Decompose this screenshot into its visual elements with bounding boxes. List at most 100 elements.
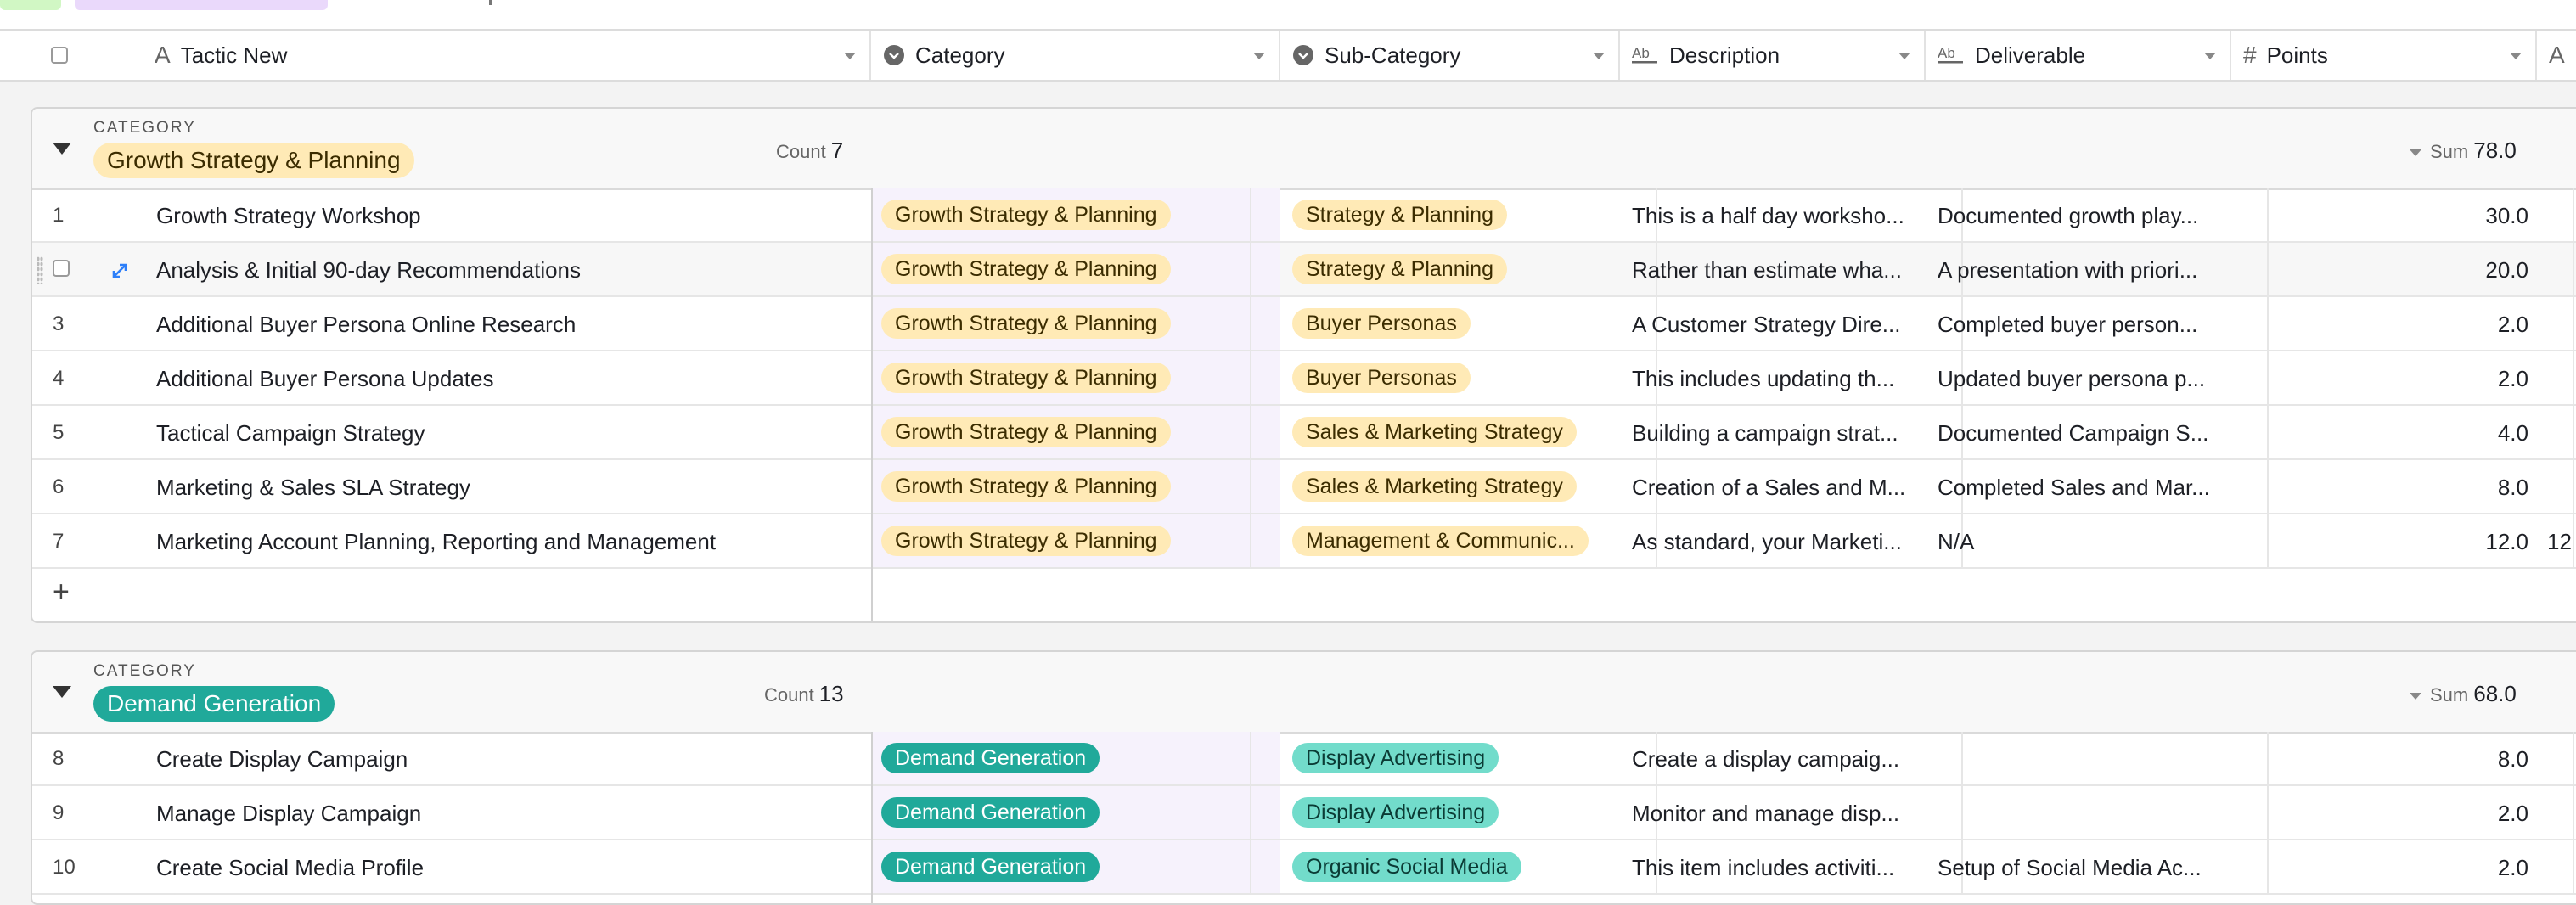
tactic-cell[interactable]: Tactical Campaign Strategy (156, 420, 425, 447)
table-row[interactable]: 3 Additional Buyer Persona Online Researc… (32, 297, 2576, 351)
description-cell[interactable]: Creation of a Sales and M... (1632, 475, 1919, 501)
group-sum[interactable]: Sum 78.0 (2410, 138, 2517, 164)
category-chip[interactable]: Growth Strategy & Planning (881, 526, 1171, 556)
table-row[interactable]: 8 Create Display Campaign Demand Generatio… (32, 732, 2576, 786)
deliverable-cell[interactable]: Documented growth play... (1938, 203, 2224, 229)
tactic-cell[interactable]: Manage Display Campaign (156, 801, 421, 827)
category-chip[interactable]: Demand Generation (881, 743, 1100, 773)
table-row[interactable]: Analysis & Initial 90-day Recommendation… (32, 243, 2576, 297)
chevron-down-icon[interactable] (844, 53, 856, 59)
view-chip[interactable] (0, 0, 61, 10)
group-sum[interactable]: Sum 68.0 (2410, 681, 2517, 707)
subcategory-chip[interactable]: Display Advertising (1292, 797, 1499, 828)
category-chip[interactable]: Demand Generation (881, 852, 1100, 882)
subcategory-chip[interactable]: Strategy & Planning (1292, 254, 1507, 284)
tactic-cell[interactable]: Analysis & Initial 90-day Recommendation… (156, 257, 581, 284)
table-row[interactable]: 10 Create Social Media Profile Demand Gene… (32, 840, 2576, 895)
extra-cell[interactable]: 12 (2547, 529, 2572, 555)
header-description[interactable]: Ab Description (1620, 31, 1926, 80)
drag-handle-icon[interactable] (37, 256, 43, 284)
description-cell[interactable]: Rather than estimate wha... (1632, 257, 1919, 284)
deliverable-cell[interactable]: Documented Campaign S... (1938, 420, 2224, 447)
column-divider (2573, 514, 2574, 567)
header-subcategory[interactable]: Sub-Category (1280, 31, 1620, 80)
subcategory-chip[interactable]: Management & Communic... (1292, 526, 1589, 556)
deliverable-cell[interactable]: Completed buyer person... (1938, 312, 2224, 338)
description-cell[interactable]: A Customer Strategy Dire... (1632, 312, 1919, 338)
header-category[interactable]: Category (871, 31, 1280, 80)
column-divider (2573, 732, 2574, 784)
points-cell[interactable]: 4.0 (2240, 420, 2528, 447)
header-extra[interactable]: A (2537, 31, 2576, 80)
points-cell[interactable]: 12.0 (2240, 529, 2528, 555)
table-row[interactable]: 9 Manage Display Campaign Demand Generatio… (32, 786, 2576, 840)
table-row[interactable]: 1 Growth Strategy Workshop Growth Strategy… (32, 188, 2576, 243)
select-all-checkbox[interactable] (51, 47, 68, 64)
table-row[interactable]: 6 Marketing & Sales SLA Strategy Growth St… (32, 460, 2576, 514)
category-chip[interactable]: Growth Strategy & Planning (881, 417, 1171, 447)
table-row[interactable]: 4 Additional Buyer Persona Updates Growth … (32, 351, 2576, 406)
deliverable-cell[interactable]: N/A (1938, 529, 2224, 555)
chevron-down-icon[interactable] (1253, 53, 1265, 59)
points-cell[interactable]: 30.0 (2240, 203, 2528, 229)
description-cell[interactable]: This is a half day worksho... (1632, 203, 1919, 229)
category-chip[interactable]: Growth Strategy & Planning (881, 363, 1171, 393)
description-cell[interactable]: As standard, your Marketi... (1632, 529, 1919, 555)
description-cell[interactable]: Monitor and manage disp... (1632, 801, 1919, 827)
table-row[interactable]: 7 Marketing Account Planning, Reporting a… (32, 514, 2576, 569)
category-chip[interactable]: Demand Generation (881, 797, 1100, 828)
collapse-triangle-icon[interactable] (53, 686, 71, 698)
tactic-cell[interactable]: Marketing & Sales SLA Strategy (156, 475, 470, 501)
subcategory-chip[interactable]: Sales & Marketing Strategy (1292, 471, 1577, 502)
chevron-down-icon[interactable] (2510, 53, 2522, 59)
header-points[interactable]: # Points (2231, 31, 2537, 80)
tactic-cell[interactable]: Additional Buyer Persona Online Research (156, 312, 576, 338)
points-cell[interactable]: 8.0 (2240, 475, 2528, 501)
category-chip[interactable]: Growth Strategy & Planning (881, 308, 1171, 339)
tactic-cell[interactable]: Create Social Media Profile (156, 855, 424, 881)
subcategory-chip[interactable]: Display Advertising (1292, 743, 1499, 773)
description-cell[interactable]: This includes updating th... (1632, 366, 1919, 392)
chevron-down-icon[interactable] (2204, 53, 2216, 59)
points-cell[interactable]: 8.0 (2240, 746, 2528, 773)
view-chip-purple[interactable] (75, 0, 328, 10)
deliverable-cell[interactable]: Setup of Social Media Ac... (1938, 855, 2224, 881)
points-cell[interactable]: 2.0 (2240, 366, 2528, 392)
subcategory-chip[interactable]: Buyer Personas (1292, 363, 1471, 393)
description-cell[interactable]: This item includes activiti... (1632, 855, 1919, 881)
points-cell[interactable]: 20.0 (2240, 257, 2528, 284)
add-icon[interactable]: + (53, 576, 70, 609)
expand-record-icon[interactable] (110, 261, 129, 280)
column-divider (2573, 460, 2574, 513)
points-cell[interactable]: 2.0 (2240, 855, 2528, 881)
tactic-cell[interactable]: Additional Buyer Persona Updates (156, 366, 493, 392)
sum-value: 68.0 (2473, 681, 2517, 706)
collapse-triangle-icon[interactable] (53, 143, 71, 155)
subcategory-chip[interactable]: Buyer Personas (1292, 308, 1471, 339)
category-chip[interactable]: Growth Strategy & Planning (881, 471, 1171, 502)
tactic-cell[interactable]: Growth Strategy Workshop (156, 203, 421, 229)
points-cell[interactable]: 2.0 (2240, 312, 2528, 338)
table-row[interactable]: 5 Tactical Campaign Strategy Growth Strate… (32, 406, 2576, 460)
description-cell[interactable]: Create a display campaig... (1632, 746, 1919, 773)
header-tactic[interactable]: A Tactic New (127, 31, 871, 80)
row-checkbox[interactable] (53, 260, 70, 277)
subcategory-chip[interactable]: Organic Social Media (1292, 852, 1521, 882)
subcategory-chip[interactable]: Sales & Marketing Strategy (1292, 417, 1577, 447)
add-record-row[interactable]: + (32, 569, 2576, 621)
deliverable-cell[interactable]: A presentation with priori... (1938, 257, 2224, 284)
subcategory-chip[interactable]: Strategy & Planning (1292, 200, 1507, 230)
text-field-icon: A (2549, 42, 2565, 68)
description-cell[interactable]: Building a campaign strat... (1632, 420, 1919, 447)
category-chip[interactable]: Growth Strategy & Planning (881, 254, 1171, 284)
tactic-cell[interactable]: Create Display Campaign (156, 746, 408, 773)
chevron-down-icon[interactable] (1593, 53, 1605, 59)
chevron-down-icon[interactable] (1898, 53, 1910, 59)
deliverable-cell[interactable]: Completed Sales and Mar... (1938, 475, 2224, 501)
points-cell[interactable]: 2.0 (2240, 801, 2528, 827)
header-deliverable[interactable]: Ab Deliverable (1926, 31, 2231, 80)
category-chip[interactable]: Growth Strategy & Planning (881, 200, 1171, 230)
deliverable-cell[interactable]: Updated buyer persona p... (1938, 366, 2224, 392)
column-divider (2573, 351, 2574, 404)
tactic-cell[interactable]: Marketing Account Planning, Reporting an… (156, 529, 716, 555)
